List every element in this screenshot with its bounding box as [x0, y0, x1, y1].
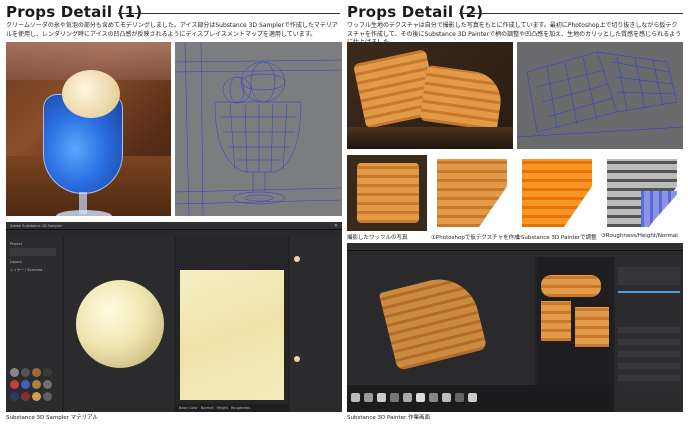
- step-photo: [347, 155, 427, 231]
- 3d-viewport[interactable]: [64, 236, 174, 412]
- material-swatches[interactable]: [10, 368, 52, 377]
- panel-item[interactable]: レイヤー / Scanned: [10, 268, 42, 273]
- step-caption: 撮影したワッフルの写真: [347, 235, 408, 241]
- layer-thumb[interactable]: [294, 256, 300, 262]
- properties-panel: [290, 236, 342, 412]
- step-maps: [601, 155, 683, 231]
- ice-cream-image: [62, 70, 120, 118]
- props-detail-2-section: Props Detail (2) ワッフル生地のテクスチャは自分で撮影した写真を…: [347, 0, 683, 424]
- layer-thumb[interactable]: [294, 356, 300, 362]
- 2d-view[interactable]: Base Color Normal Height Roughness: [176, 236, 288, 412]
- painter-app-screenshot: [347, 243, 683, 412]
- shelf: [347, 385, 613, 412]
- panel-item[interactable]: Project: [10, 242, 22, 246]
- close-icon[interactable]: ✕: [334, 223, 338, 229]
- properties-box: [618, 267, 680, 285]
- step-photoshop: [431, 155, 512, 231]
- title-rule: [459, 13, 683, 14]
- cream-soda-wireframe: [175, 42, 342, 216]
- window-title: Adobe Substance 3D Sampler: [10, 224, 63, 228]
- brush-shelf[interactable]: [351, 393, 477, 402]
- left-panel: Project Layers レイヤー / Scanned: [6, 236, 62, 412]
- layer-list[interactable]: [618, 327, 680, 387]
- sampler-app-screenshot: Adobe Substance 3D Sampler ✕ Project Lay…: [6, 222, 342, 412]
- channel-tabs: Base Color Normal Height Roughness: [176, 404, 288, 412]
- tab-base-color[interactable]: Base Color: [179, 406, 198, 410]
- cream-soda-render: [6, 42, 171, 216]
- material-swatches[interactable]: [10, 392, 52, 401]
- panel-item[interactable]: Layers: [10, 260, 22, 264]
- material-swatches[interactable]: [10, 380, 52, 389]
- sampler-caption: Substance 3D Sampler マテリアル: [6, 415, 99, 421]
- app-titlebar: [347, 243, 683, 251]
- layer-row[interactable]: [10, 248, 56, 256]
- step-caption: ①Photoshopで仮テクスチャを作成: [431, 235, 520, 241]
- waffle-wireframe: [517, 42, 683, 149]
- section-description: クリームソーダの氷や気泡の部分も含めてモデリングしました。アイス部分はSubst…: [6, 22, 338, 38]
- slider[interactable]: [618, 291, 680, 293]
- tab-normal[interactable]: Normal: [201, 406, 214, 410]
- waffle-model: [378, 271, 488, 371]
- tab-height[interactable]: Height: [216, 406, 228, 410]
- waffle-render: [347, 42, 513, 149]
- layers-panel: [615, 257, 683, 412]
- title-rule: [118, 13, 340, 14]
- tab-roughness[interactable]: Roughness: [231, 406, 250, 410]
- props-detail-1-section: Props Detail (1) クリームソーダの氷や気泡の部分も含めてモデリン…: [6, 0, 342, 424]
- painter-caption: Substance 3D Painter 作業画面: [347, 415, 430, 421]
- uv-view[interactable]: [537, 257, 613, 385]
- 3d-viewport[interactable]: [347, 257, 535, 385]
- material-sphere: [76, 280, 164, 368]
- app-titlebar: Adobe Substance 3D Sampler ✕: [6, 222, 342, 230]
- section-title: Props Detail (1): [6, 3, 143, 21]
- section-title: Props Detail (2): [347, 3, 484, 21]
- step-caption: ③Roughness/Height/Normal: [601, 233, 678, 239]
- step-caption: ②Substance 3D Painterで調整: [516, 235, 597, 241]
- flat-texture: [180, 270, 284, 400]
- step-painter: [516, 155, 597, 231]
